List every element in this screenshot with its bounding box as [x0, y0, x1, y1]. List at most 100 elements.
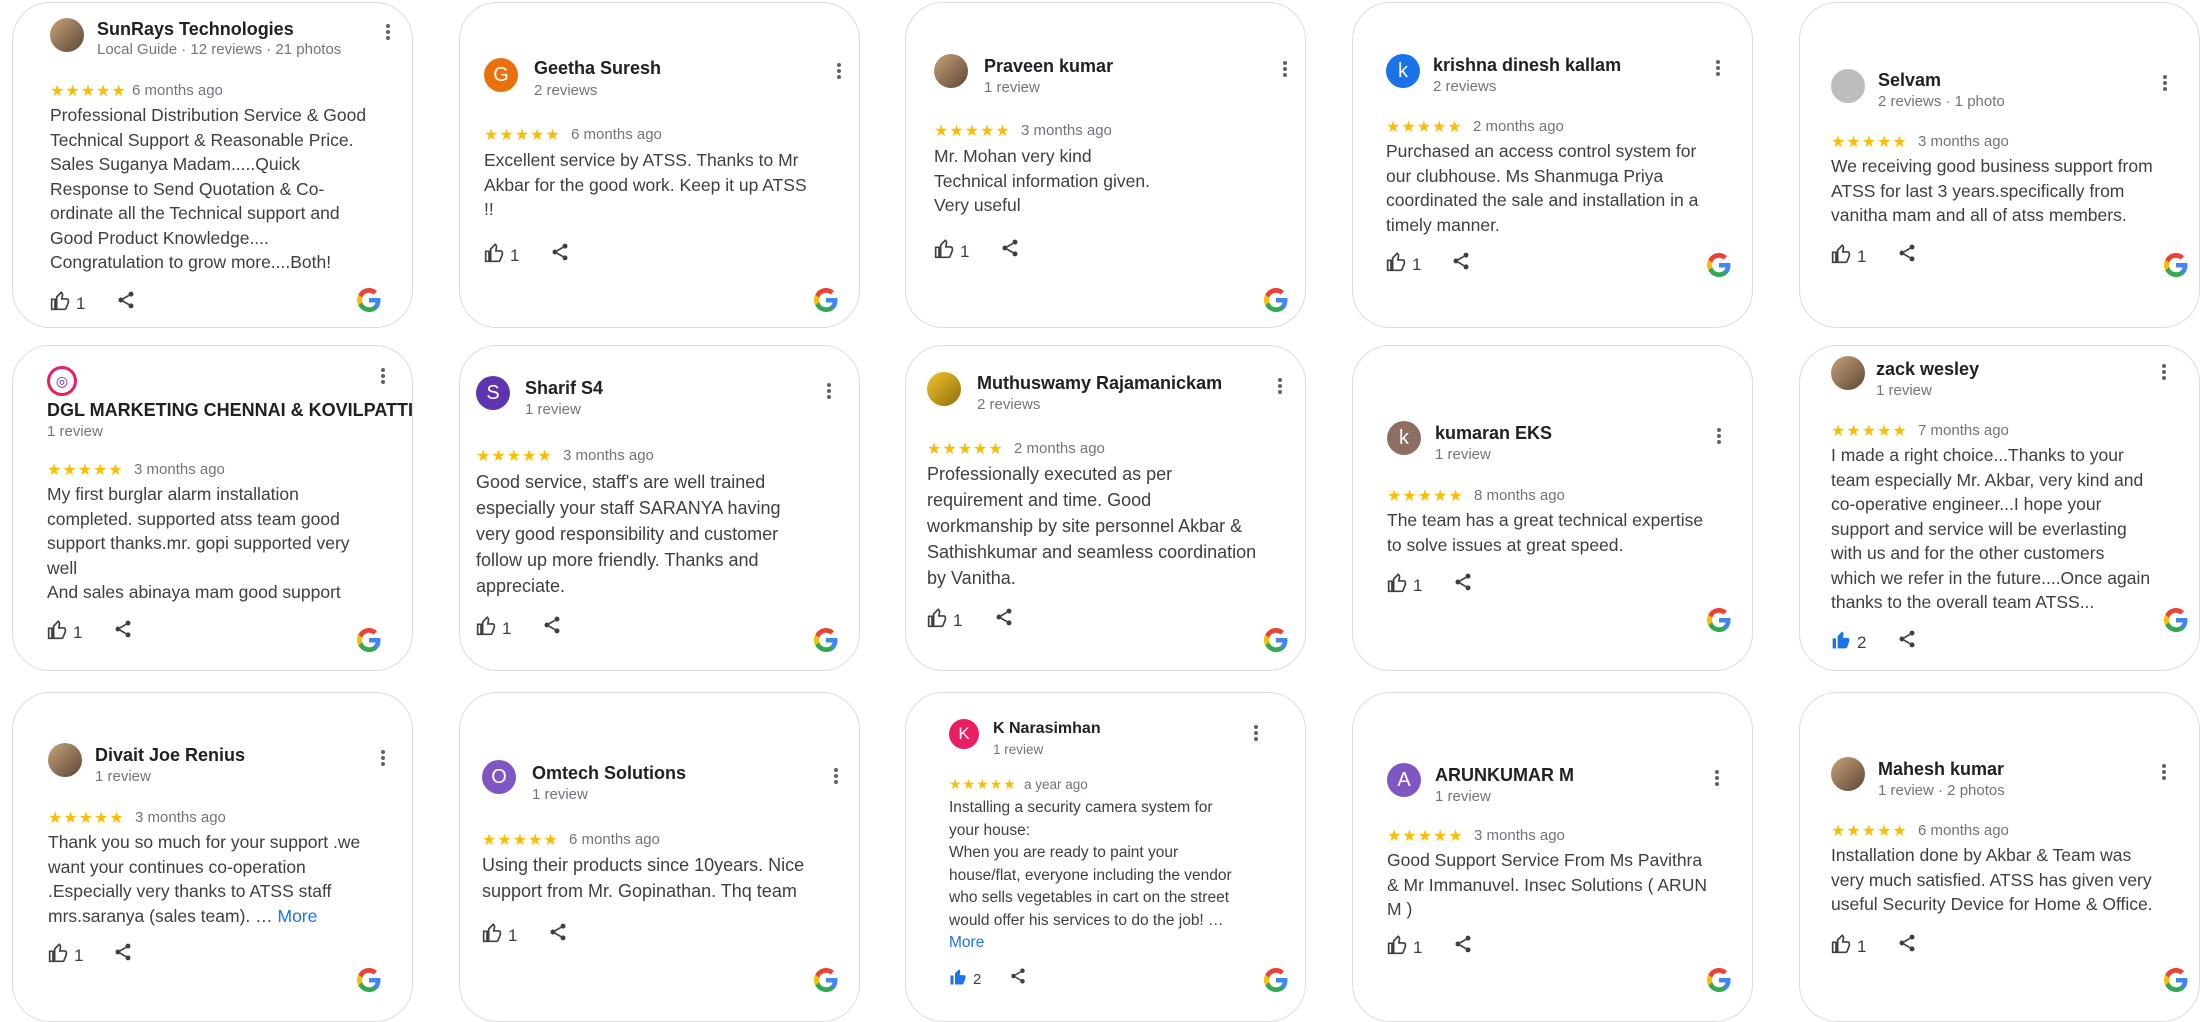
google-logo-icon — [1707, 608, 1731, 632]
avatar[interactable]: O — [482, 760, 516, 794]
more-vert-icon[interactable] — [1272, 376, 1288, 396]
like-count: 1 — [73, 622, 83, 642]
more-link[interactable]: More — [949, 934, 984, 951]
like-button[interactable]: 1 — [484, 243, 519, 268]
reviewer-name[interactable]: Mahesh kumar — [1878, 759, 2004, 780]
google-logo-icon — [2164, 968, 2188, 992]
review-text: I made a right choice...Thanks to your t… — [1831, 445, 2151, 612]
reviewer-meta: 1 review — [1876, 382, 1932, 399]
thumbs-up-icon — [927, 608, 947, 633]
avatar[interactable]: A — [1387, 763, 1421, 797]
reviewer-name[interactable]: DGL MARKETING CHENNAI & KOVILPATTI. — [47, 400, 412, 421]
avatar[interactable] — [934, 54, 968, 88]
like-button[interactable]: 2 — [1831, 630, 1866, 655]
thumbs-up-icon — [484, 243, 504, 268]
like-button[interactable]: 1 — [927, 608, 962, 633]
share-icon[interactable] — [1453, 572, 1473, 597]
like-button[interactable]: 1 — [1386, 252, 1421, 277]
like-count: 2 — [973, 970, 982, 988]
more-vert-icon[interactable] — [1709, 768, 1725, 788]
avatar[interactable] — [1831, 757, 1865, 791]
share-icon[interactable] — [113, 619, 133, 644]
reviewer-name[interactable]: kumaran EKS — [1435, 423, 1552, 444]
review-date: 6 months ago — [569, 831, 660, 848]
like-count: 1 — [1857, 936, 1867, 956]
share-icon[interactable] — [1453, 934, 1473, 959]
more-vert-icon[interactable] — [1710, 58, 1726, 78]
more-vert-icon[interactable] — [380, 22, 396, 42]
reviewer-name[interactable]: Geetha Suresh — [534, 58, 661, 79]
avatar[interactable]: S — [476, 376, 510, 410]
review-card: k kumaran EKS 1 review ★★★★★ 8 months ag… — [1352, 345, 1753, 671]
avatar[interactable] — [1831, 69, 1865, 103]
like-button[interactable]: 1 — [48, 943, 83, 968]
like-button[interactable]: 1 — [1387, 935, 1422, 960]
more-vert-icon[interactable] — [828, 766, 844, 786]
share-icon[interactable] — [994, 607, 1014, 632]
more-vert-icon[interactable] — [2156, 362, 2172, 382]
review-date: 8 months ago — [1474, 487, 1565, 504]
share-icon[interactable] — [1897, 629, 1917, 654]
more-vert-icon[interactable] — [2157, 73, 2173, 93]
share-icon[interactable] — [548, 922, 568, 947]
star-rating: ★★★★★ — [1387, 488, 1464, 505]
like-button[interactable]: 1 — [1831, 934, 1866, 959]
like-button[interactable]: 1 — [47, 620, 82, 645]
star-rating: ★★★★★ — [1831, 134, 1908, 151]
reviewer-name[interactable]: ARUNKUMAR M — [1435, 765, 1574, 786]
reviewer-name[interactable]: SunRays Technologies — [97, 19, 294, 40]
avatar[interactable]: k — [1387, 421, 1421, 455]
like-button[interactable]: 1 — [476, 616, 511, 641]
like-button[interactable]: 1 — [482, 923, 517, 948]
more-vert-icon[interactable] — [821, 381, 837, 401]
thumbs-up-icon — [1386, 252, 1406, 277]
share-icon[interactable] — [542, 615, 562, 640]
like-button[interactable]: 1 — [1831, 244, 1866, 269]
reviewer-name[interactable]: krishna dinesh kallam — [1433, 55, 1621, 76]
avatar[interactable] — [48, 743, 82, 777]
thumbs-up-icon — [934, 239, 954, 264]
reviewer-name[interactable]: Praveen kumar — [984, 56, 1113, 77]
reviewer-meta: 1 review · 2 photos — [1878, 782, 2005, 799]
more-vert-icon[interactable] — [2156, 762, 2172, 782]
more-vert-icon[interactable] — [831, 61, 847, 81]
reviewer-name[interactable]: Sharif S4 — [525, 378, 603, 399]
like-button[interactable]: 2 — [949, 968, 981, 990]
reviewer-name[interactable]: Selvam — [1878, 70, 1941, 91]
review-card: Selvam 2 reviews · 1 photo ★★★★★ 3 month… — [1799, 2, 2200, 328]
share-icon[interactable] — [113, 942, 133, 967]
star-rating: ★★★★★ — [1831, 823, 1908, 840]
avatar[interactable]: k — [1386, 54, 1420, 88]
reviewer-name[interactable]: Divait Joe Renius — [95, 745, 245, 766]
like-button[interactable]: 1 — [50, 291, 85, 316]
share-icon[interactable] — [1451, 251, 1471, 276]
reviewer-name[interactable]: Omtech Solutions — [532, 763, 686, 784]
reviewer-name[interactable]: Muthuswamy Rajamanickam — [977, 373, 1222, 394]
share-icon[interactable] — [1897, 243, 1917, 268]
more-vert-icon[interactable] — [375, 366, 391, 386]
reviewer-name[interactable]: zack wesley — [1876, 359, 1979, 380]
more-vert-icon[interactable] — [375, 748, 391, 768]
avatar[interactable] — [50, 18, 84, 52]
avatar[interactable]: ◎ — [47, 366, 77, 396]
avatar[interactable]: K — [949, 719, 979, 749]
more-vert-icon[interactable] — [1248, 723, 1264, 743]
avatar[interactable] — [927, 372, 961, 406]
share-icon[interactable] — [550, 242, 570, 267]
google-logo-icon — [814, 628, 838, 652]
more-vert-icon[interactable] — [1711, 426, 1727, 446]
review-card: k krishna dinesh kallam 2 reviews ★★★★★ … — [1352, 2, 1753, 328]
share-icon[interactable] — [116, 290, 136, 315]
more-link[interactable]: More — [278, 906, 318, 926]
like-button[interactable]: 1 — [934, 239, 969, 264]
google-logo-icon — [1707, 968, 1731, 992]
avatar[interactable] — [1831, 356, 1865, 390]
like-count: 1 — [1857, 246, 1867, 266]
like-button[interactable]: 1 — [1387, 573, 1422, 598]
avatar[interactable]: G — [484, 58, 518, 92]
reviewer-name[interactable]: K Narasimhan — [993, 720, 1101, 738]
share-icon[interactable] — [1009, 967, 1027, 990]
more-vert-icon[interactable] — [1277, 59, 1293, 79]
share-icon[interactable] — [1897, 933, 1917, 958]
share-icon[interactable] — [1000, 238, 1020, 263]
